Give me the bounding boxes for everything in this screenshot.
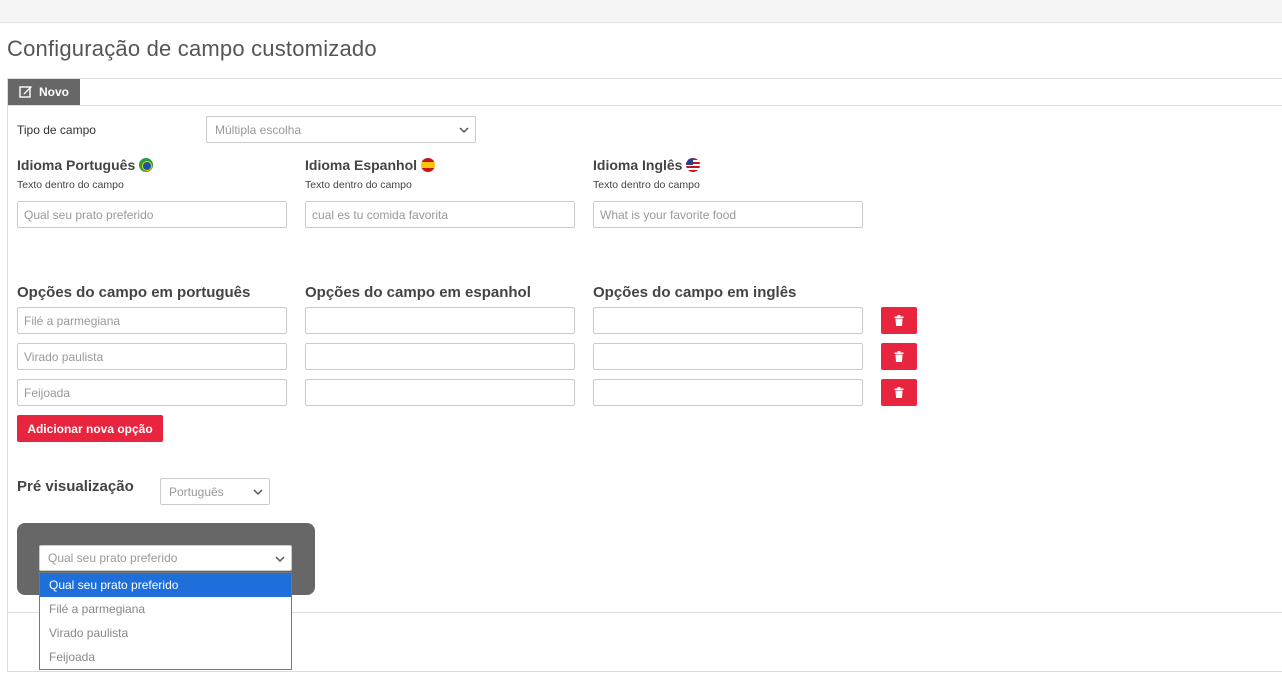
usa-flag-icon (686, 158, 701, 172)
options-header-en: Opções do campo em inglês (593, 284, 797, 301)
option-es-input[interactable] (305, 379, 575, 406)
dropdown-option[interactable]: Filé a parmegiana (40, 597, 291, 621)
tab-label: Novo (39, 85, 69, 99)
trash-icon (894, 351, 904, 362)
option-pt-value: Virado paulista (24, 349, 104, 364)
preview-title: Pré visualização (17, 478, 134, 495)
trash-icon (894, 315, 904, 326)
option-en-input[interactable] (593, 307, 863, 334)
tab-divider (7, 105, 1282, 106)
option-pt-input[interactable]: Feijoada (17, 379, 287, 406)
option-pt-value: Feijoada (24, 385, 71, 400)
option-pt-value: Filé a parmegiana (24, 313, 121, 328)
portuguese-sub: Texto dentro do campo (17, 179, 124, 191)
spanish-placeholder: cual es tu comida favorita (312, 207, 449, 222)
chevron-down-icon (459, 127, 469, 134)
english-sub: Texto dentro do campo (593, 179, 700, 191)
option-pt-input[interactable]: Filé a parmegiana (17, 307, 287, 334)
dropdown-option[interactable]: Virado paulista (40, 621, 291, 645)
portuguese-heading: Idioma Português (17, 157, 154, 173)
option-es-input[interactable] (305, 307, 575, 334)
portuguese-placeholder: Qual seu prato preferido (24, 207, 154, 222)
edit-icon (19, 84, 33, 101)
options-header-es: Opções do campo em espanhol (305, 284, 531, 301)
spanish-text-input[interactable]: cual es tu comida favorita (305, 201, 575, 228)
spain-flag-icon (421, 158, 436, 172)
trash-icon (894, 387, 904, 398)
options-header-pt: Opções do campo em português (17, 284, 251, 301)
spanish-title: Idioma Espanhol (305, 157, 418, 173)
preview-language-value: Português (169, 484, 224, 499)
spanish-heading: Idioma Espanhol (305, 157, 436, 173)
option-es-input[interactable] (305, 343, 575, 370)
delete-option-button[interactable] (881, 307, 917, 334)
field-type-value: Múltipla escolha (215, 122, 302, 137)
english-placeholder: What is your favorite food (600, 207, 737, 222)
option-en-input[interactable] (593, 379, 863, 406)
preview-field-select[interactable]: Qual seu prato preferido (39, 545, 292, 571)
preview-dropdown-list: Qual seu prato preferido Filé a parmegia… (39, 572, 292, 670)
option-en-input[interactable] (593, 343, 863, 370)
brazil-flag-icon (139, 158, 154, 172)
portuguese-title: Idioma Português (17, 157, 136, 173)
field-type-label: Tipo de campo (17, 123, 96, 137)
portuguese-text-input[interactable]: Qual seu prato preferido (17, 201, 287, 228)
option-pt-input[interactable]: Virado paulista (17, 343, 287, 370)
page-title: Configuração de campo customizado (7, 36, 377, 61)
chevron-down-icon (253, 489, 263, 496)
delete-option-button[interactable] (881, 343, 917, 370)
field-type-select[interactable]: Múltipla escolha (206, 116, 476, 143)
english-heading: Idioma Inglês (593, 157, 701, 173)
dropdown-option[interactable]: Feijoada (40, 645, 291, 669)
chevron-down-icon (275, 556, 285, 563)
preview-field-value: Qual seu prato preferido (48, 551, 178, 565)
top-bar (0, 0, 1282, 23)
spanish-sub: Texto dentro do campo (305, 179, 412, 191)
english-text-input[interactable]: What is your favorite food (593, 201, 863, 228)
tab-novo[interactable]: Novo (8, 79, 80, 105)
preview-language-select[interactable]: Português (160, 478, 270, 505)
delete-option-button[interactable] (881, 379, 917, 406)
add-option-button[interactable]: Adicionar nova opção (17, 415, 163, 442)
english-title: Idioma Inglês (593, 157, 683, 173)
dropdown-option[interactable]: Qual seu prato preferido (40, 573, 291, 597)
